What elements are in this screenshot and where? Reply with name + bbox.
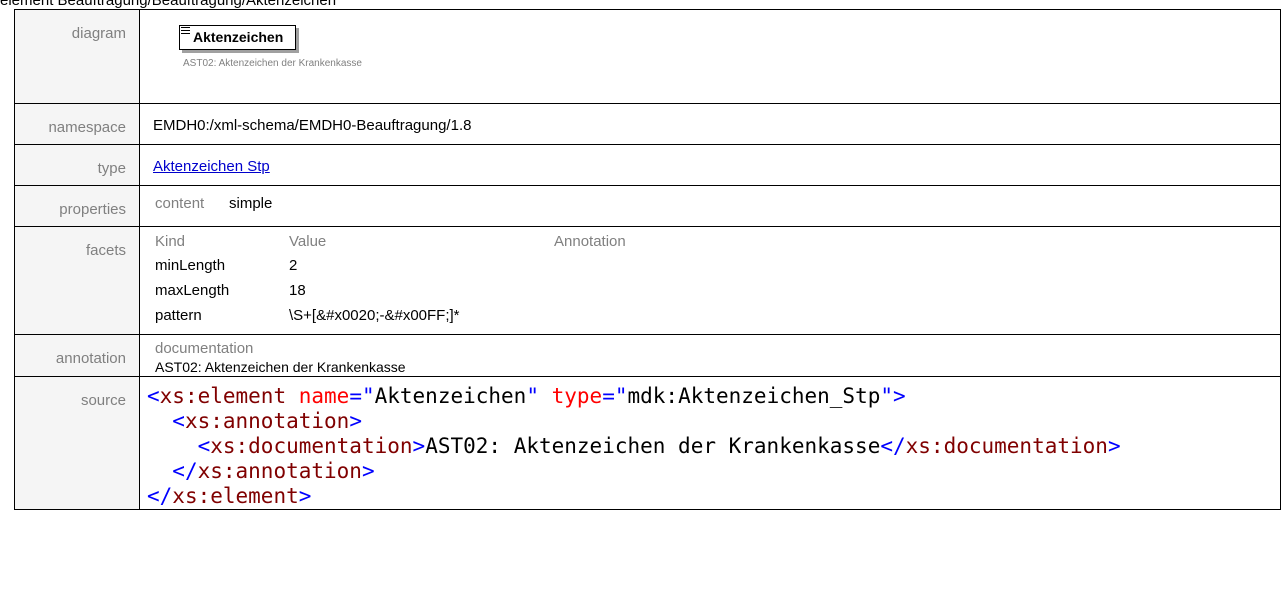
properties-label: properties: [14, 185, 140, 227]
source-row: source <xs:element name="Aktenzeichen" t…: [14, 376, 1281, 510]
type-link[interactable]: Aktenzeichen Stp: [153, 158, 270, 175]
namespace-label: namespace: [14, 103, 140, 145]
element-doc-table: diagram Aktenzeichen AST02: Aktenzeichen…: [14, 9, 1281, 510]
facets-header-value: Value: [289, 233, 327, 250]
facets-row: facets Kind Value Annotation minLength 2 ma…: [14, 226, 1281, 335]
source-line-3: <xs:documentation>AST02: Aktenzeichen de…: [197, 434, 1121, 458]
properties-cell: content simple: [139, 185, 1281, 227]
element-name: Aktenzeichen: [193, 29, 284, 45]
facets-header: Kind Value Annotation: [140, 227, 1280, 253]
type-label: type: [14, 144, 140, 186]
namespace-value: EMDH0:/xml-schema/EMDH0-Beauftragung/1.8: [153, 117, 472, 134]
facets-cell: Kind Value Annotation minLength 2 maxLength…: [139, 226, 1281, 335]
page-heading: element Beauftragung/Beauftragung/Aktenz…: [0, 0, 1281, 8]
property-value: simple: [229, 195, 273, 212]
source-code: <xs:element name="Aktenzeichen" type="md…: [140, 377, 1280, 509]
annotation-cell: documentation AST02: Aktenzeichen der Kr…: [139, 334, 1281, 377]
source-line-5: </xs:element>: [147, 484, 312, 508]
source-label: source: [14, 376, 140, 510]
element-doc-text: AST02: Aktenzeichen der Krankenkasse: [183, 58, 362, 69]
diagram-cell: Aktenzeichen AST02: Aktenzeichen der Kra…: [139, 9, 1281, 104]
facets-header-kind: Kind: [155, 233, 186, 250]
facets-header-annotation: Annotation: [554, 233, 626, 250]
facet-row: pattern \S+[&#x0020;-&#x00FF;]*: [140, 303, 1280, 328]
namespace-row: namespace EMDH0:/xml-schema/EMDH0-Beauft…: [14, 103, 1281, 145]
facet-kind: pattern: [155, 307, 202, 324]
facet-value: 2: [289, 257, 298, 274]
facet-row: minLength 2: [140, 253, 1280, 278]
diagram-label: diagram: [14, 9, 140, 104]
type-cell: Aktenzeichen Stp: [139, 144, 1281, 186]
facets-label: facets: [14, 226, 140, 335]
element-box[interactable]: Aktenzeichen: [179, 25, 296, 50]
facet-row: maxLength 18: [140, 278, 1280, 303]
source-cell: <xs:element name="Aktenzeichen" type="md…: [139, 376, 1281, 510]
facet-kind: maxLength: [155, 282, 230, 299]
source-line-2: <xs:annotation>: [172, 409, 362, 433]
annotation-label: annotation: [14, 334, 140, 377]
namespace-cell: EMDH0:/xml-schema/EMDH0-Beauftragung/1.8: [139, 103, 1281, 145]
annotation-doc-label: documentation: [155, 340, 254, 357]
diagram-row: diagram Aktenzeichen AST02: Aktenzeichen…: [14, 9, 1281, 104]
type-row: type Aktenzeichen Stp: [14, 144, 1281, 186]
facet-value: 18: [289, 282, 306, 299]
source-line-4: </xs:annotation>: [172, 459, 375, 483]
annotation-doc-text: AST02: Aktenzeichen der Krankenkasse: [155, 359, 406, 375]
element-doc-icon: [181, 27, 190, 36]
annotation-row: annotation documentation AST02: Aktenzei…: [14, 334, 1281, 377]
property-key: content: [155, 195, 205, 212]
properties-row: properties content simple: [14, 185, 1281, 227]
facet-kind: minLength: [155, 257, 226, 274]
source-line-1: <xs:element name="Aktenzeichen" type="md…: [147, 384, 906, 408]
facet-value: \S+[&#x0020;-&#x00FF;]*: [289, 307, 460, 324]
